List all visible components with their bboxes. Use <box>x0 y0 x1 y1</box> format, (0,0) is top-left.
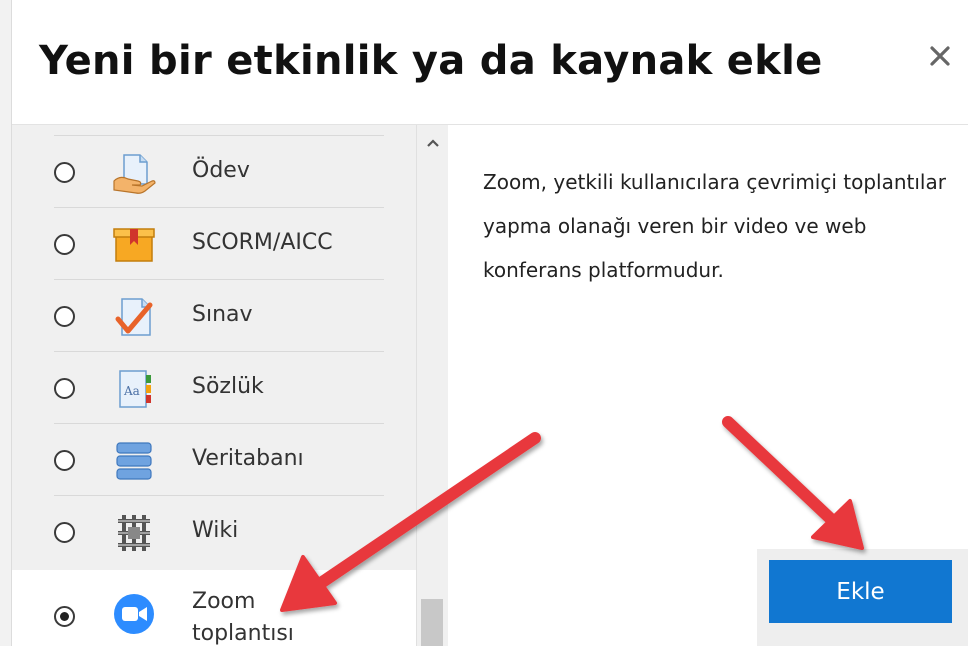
divider <box>54 135 384 136</box>
radio-zoom[interactable] <box>54 606 75 627</box>
radio-wiki[interactable] <box>54 522 75 543</box>
activity-label-assignment: Ödev <box>192 158 250 183</box>
quiz-icon <box>115 298 153 336</box>
close-icon <box>930 46 950 66</box>
radio-scorm[interactable] <box>54 234 75 255</box>
list-item-quiz[interactable]: Sınav <box>12 279 416 351</box>
glossary-icon: Aa <box>119 370 151 408</box>
scroll-thumb[interactable] <box>421 599 443 646</box>
radio-glossary[interactable] <box>54 378 75 399</box>
window-left-edge <box>0 0 12 646</box>
arrow-to-add-button <box>722 416 864 550</box>
activity-label-quiz: Sınav <box>192 302 253 327</box>
list-item-wiki[interactable]: Wiki <box>12 495 416 567</box>
divider <box>54 279 384 280</box>
close-button[interactable] <box>922 38 958 74</box>
activity-label-wiki: Wiki <box>192 518 239 543</box>
divider <box>54 495 384 496</box>
wiki-icon <box>118 515 150 551</box>
list-item-glossary[interactable]: Aa Sözlük <box>12 351 416 423</box>
activity-label-database: Veritabanı <box>192 446 304 471</box>
divider <box>54 423 384 424</box>
list-item-assignment[interactable]: Ödev <box>12 135 416 207</box>
radio-quiz[interactable] <box>54 306 75 327</box>
chevron-up-icon <box>426 139 439 147</box>
add-button[interactable]: Ekle <box>769 560 952 623</box>
activity-label-scorm: SCORM/AICC <box>192 230 333 255</box>
list-scrollbar[interactable] <box>416 125 448 646</box>
dialog-title: Yeni bir etkinlik ya da kaynak ekle <box>39 38 823 84</box>
svg-text:Aa: Aa <box>123 384 140 398</box>
scorm-package-icon <box>113 228 155 262</box>
activity-label-glossary: Sözlük <box>192 374 264 399</box>
scroll-up-button[interactable] <box>417 129 448 157</box>
activity-label-zoom: Zoom toplantısı <box>192 589 294 646</box>
database-icon <box>116 442 152 480</box>
radio-database[interactable] <box>54 450 75 471</box>
radio-assignment[interactable] <box>54 162 75 183</box>
list-item-scorm[interactable]: SCORM/AICC <box>12 207 416 279</box>
assignment-icon <box>113 154 156 194</box>
dialog-header: Yeni bir etkinlik ya da kaynak ekle <box>12 0 968 125</box>
zoom-camera-icon <box>114 594 154 634</box>
activity-list: Ödev SCORM/AICC Sınav Aa Sözlük Veritaba… <box>12 125 416 646</box>
activity-description: Zoom, yetkili kullanıcılara çevrimiçi to… <box>483 170 946 282</box>
list-item-database[interactable]: Veritabanı <box>12 423 416 495</box>
divider <box>54 351 384 352</box>
divider <box>54 207 384 208</box>
list-item-zoom[interactable]: Zoom toplantısı <box>12 570 416 646</box>
